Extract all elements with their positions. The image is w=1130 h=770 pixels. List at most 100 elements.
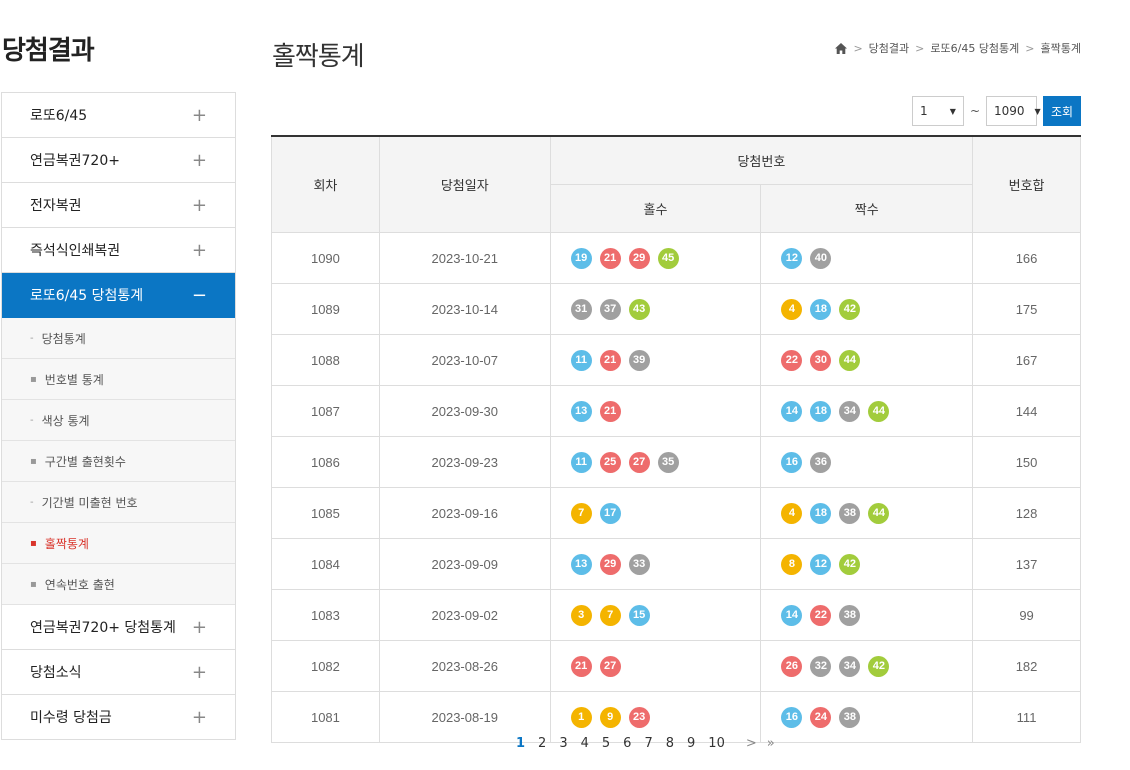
table-row: 1089 2023-10-14 31 37 43 4 18 42 175 bbox=[271, 283, 1081, 335]
lnb-title: 당첨결과 bbox=[2, 36, 95, 66]
cell-even-balls: 4 18 42 bbox=[760, 283, 974, 335]
nav-instant[interactable]: 즉석식인쇄복권 + bbox=[2, 228, 235, 273]
breadcrumb-item-current: 홀짝통계 bbox=[1040, 42, 1081, 55]
cell-round: 1085 bbox=[271, 487, 380, 539]
cell-round: 1088 bbox=[271, 334, 380, 386]
bullet-icon: ▪ bbox=[30, 373, 37, 385]
sub-item[interactable]: ▪ 연속번호 출현 bbox=[2, 564, 235, 605]
page-link[interactable]: 1 bbox=[516, 736, 525, 751]
lotto-ball: 21 bbox=[570, 655, 592, 677]
lotto-ball: 14 bbox=[781, 604, 803, 626]
cell-date: 2023-08-26 bbox=[378, 640, 551, 692]
end-round-select[interactable]: 1090 ▼ bbox=[986, 96, 1041, 126]
cell-date: 2023-09-30 bbox=[378, 385, 551, 437]
lotto-ball: 27 bbox=[599, 655, 621, 677]
lotto-ball: 25 bbox=[599, 451, 621, 473]
lotto-ball: 21 bbox=[599, 400, 621, 422]
cell-date: 2023-10-14 bbox=[378, 283, 551, 335]
sub-label: 기간별 미출현 번호 bbox=[41, 495, 138, 510]
cell-round: 1081 bbox=[271, 691, 380, 743]
page-link[interactable]: 4 bbox=[581, 736, 589, 751]
bullet-icon: - bbox=[30, 332, 34, 344]
nav-e-lottery[interactable]: 전자복권 + bbox=[2, 183, 235, 228]
bullet-icon: ▪ bbox=[30, 578, 37, 590]
cell-round: 1084 bbox=[271, 538, 380, 590]
nav-lotto-stats[interactable]: 로또6/45 당첨통계 − bbox=[2, 273, 235, 318]
page-link[interactable]: 10 bbox=[708, 736, 725, 751]
round-filter: 1 ▼ ~ 1090 ▼ 조회 bbox=[911, 96, 1081, 126]
breadcrumb-item[interactable]: 당첨결과 bbox=[869, 40, 909, 56]
table-row: 1088 2023-10-07 11 21 39 22 30 44 167 bbox=[271, 334, 1081, 386]
lotto-ball: 42 bbox=[868, 655, 890, 677]
lotto-ball: 42 bbox=[839, 553, 861, 575]
lotto-ball: 12 bbox=[810, 553, 832, 575]
sub-label: 색상 통계 bbox=[41, 413, 90, 428]
lotto-ball: 4 bbox=[781, 502, 803, 524]
lotto-ball: 39 bbox=[628, 349, 650, 371]
end-round-value: 1090 bbox=[994, 104, 1025, 118]
table-row: 1090 2023-10-21 19 21 29 45 12 40 166 bbox=[271, 232, 1081, 284]
page-link[interactable]: 2 bbox=[538, 736, 546, 751]
lotto-ball: 26 bbox=[781, 655, 803, 677]
lotto-ball: 7 bbox=[599, 604, 621, 626]
lotto-ball: 13 bbox=[570, 400, 592, 422]
sub-item[interactable]: - 색상 통계 bbox=[2, 400, 235, 441]
sub-item[interactable]: - 기간별 미출현 번호 bbox=[2, 482, 235, 523]
nav-pension-stats[interactable]: 연금복권720+ 당첨통계 + bbox=[2, 605, 235, 650]
sub-item[interactable]: ▪ 구간별 출현횟수 bbox=[2, 441, 235, 482]
sub-item[interactable]: ▪ 번호별 통계 bbox=[2, 359, 235, 400]
lotto-ball: 3 bbox=[570, 604, 592, 626]
lotto-ball: 17 bbox=[599, 502, 621, 524]
nav-unclaimed[interactable]: 미수령 당첨금 + bbox=[2, 695, 235, 740]
table-row: 1086 2023-09-23 11 25 27 35 16 36 150 bbox=[271, 436, 1081, 488]
lotto-ball: 34 bbox=[839, 655, 861, 677]
page-link[interactable]: 3 bbox=[559, 736, 567, 751]
nav-label: 연금복권720+ bbox=[30, 153, 120, 169]
nav-lotto645[interactable]: 로또6/45 + bbox=[2, 93, 235, 138]
last-page-icon[interactable]: » bbox=[767, 736, 775, 751]
home-icon[interactable] bbox=[835, 42, 848, 54]
page-link[interactable]: 9 bbox=[687, 736, 695, 751]
lotto-ball: 24 bbox=[810, 706, 832, 728]
cell-round: 1083 bbox=[271, 589, 380, 641]
lotto-ball: 18 bbox=[810, 298, 832, 320]
nav-news[interactable]: 당첨소식 + bbox=[2, 650, 235, 695]
sub-menu: - 당첨통계 ▪ 번호별 통계 - 색상 통계 ▪ 구간별 출현횟수 - 기간별 미출현 … bbox=[2, 318, 235, 605]
lotto-ball: 22 bbox=[810, 604, 832, 626]
lotto-ball: 13 bbox=[570, 553, 592, 575]
lotto-ball: 44 bbox=[868, 502, 890, 524]
lotto-ball: 36 bbox=[810, 451, 832, 473]
start-round-select[interactable]: 1 ▼ bbox=[911, 96, 964, 126]
cell-odd-balls: 19 21 29 45 bbox=[549, 232, 762, 284]
breadcrumb-item[interactable]: 로또6/45 당첨통계 bbox=[930, 40, 1019, 56]
cell-even-balls: 14 18 34 44 bbox=[760, 385, 974, 437]
page-link[interactable]: 5 bbox=[602, 736, 610, 751]
page-link[interactable]: 6 bbox=[623, 736, 631, 751]
plus-icon: + bbox=[191, 661, 207, 683]
lotto-ball: 30 bbox=[810, 349, 832, 371]
page-link[interactable]: 8 bbox=[666, 736, 674, 751]
lotto-ball: 27 bbox=[628, 451, 650, 473]
next-page-icon[interactable]: > bbox=[746, 736, 757, 751]
cell-round: 1087 bbox=[271, 385, 380, 437]
header-odd: 홀수 bbox=[549, 184, 762, 233]
bullet-icon: ▪ bbox=[30, 455, 37, 467]
lotto-ball: 37 bbox=[599, 298, 621, 320]
lotto-ball: 1 bbox=[570, 706, 592, 728]
sub-item-current[interactable]: ▪ 홀짝통계 bbox=[2, 523, 235, 564]
lotto-ball: 21 bbox=[599, 349, 621, 371]
cell-odd-balls: 1 9 23 bbox=[549, 691, 762, 743]
nav-pension720[interactable]: 연금복권720+ + bbox=[2, 138, 235, 183]
header-sum: 번호합 bbox=[972, 135, 1081, 233]
minus-icon: − bbox=[191, 284, 207, 306]
page-link[interactable]: 7 bbox=[644, 736, 652, 751]
cell-date: 2023-08-19 bbox=[378, 691, 551, 743]
lotto-ball: 31 bbox=[570, 298, 592, 320]
search-button[interactable]: 조회 bbox=[1043, 96, 1081, 126]
sub-item[interactable]: - 당첨통계 bbox=[2, 318, 235, 359]
lotto-ball: 22 bbox=[781, 349, 803, 371]
plus-icon: + bbox=[191, 706, 207, 728]
cell-even-balls: 22 30 44 bbox=[760, 334, 974, 386]
lotto-ball: 23 bbox=[628, 706, 650, 728]
cell-odd-balls: 11 25 27 35 bbox=[549, 436, 762, 488]
